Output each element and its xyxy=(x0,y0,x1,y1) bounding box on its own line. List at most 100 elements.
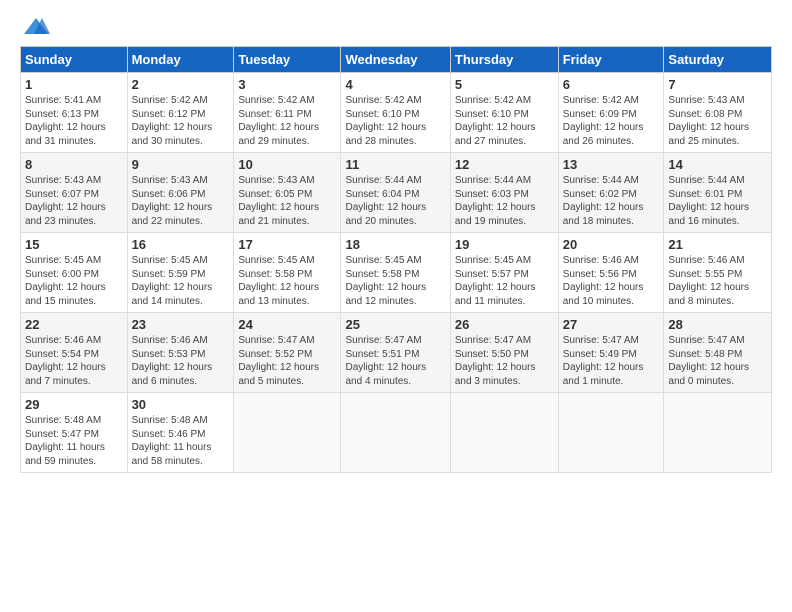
daylight-minutes: and 16 minutes. xyxy=(668,216,739,227)
week-row-3: 15 Sunrise: 5:45 AM Sunset: 6:00 PM Dayligh… xyxy=(21,233,772,313)
calendar-cell: 18Sunrise: 5:45 AMSunset: 5:58 PMDayligh… xyxy=(341,233,450,313)
calendar-cell: 10Sunrise: 5:43 AMSunset: 6:05 PMDayligh… xyxy=(234,153,341,233)
sunrise-text: Sunrise: 5:45 AM xyxy=(238,255,314,266)
daylight-label: Daylight: 11 hours xyxy=(25,442,105,453)
day-info: Sunrise: 5:41 AMSunset: 6:13 PMDaylight:… xyxy=(25,94,123,148)
sunrise-text: Sunrise: 5:48 AM xyxy=(132,415,208,426)
sunrise-text: Sunrise: 5:45 AM xyxy=(132,255,208,266)
sunrise-text: Sunrise: 5:47 AM xyxy=(238,335,314,346)
daylight-minutes: and 20 minutes. xyxy=(345,216,416,227)
header-tuesday: Tuesday xyxy=(234,47,341,73)
sunset-text: Sunset: 6:00 PM xyxy=(25,269,99,280)
calendar-cell: 29Sunrise: 5:48 AMSunset: 5:47 PMDayligh… xyxy=(21,393,128,473)
day-number: 19 xyxy=(455,237,554,252)
sunrise-text: Sunrise: 5:42 AM xyxy=(455,95,531,106)
sunrise-text: Sunrise: 5:43 AM xyxy=(238,175,314,186)
sunrise-text: Sunrise: 5:43 AM xyxy=(132,175,208,186)
sunrise-text: Sunrise: 5:48 AM xyxy=(25,415,101,426)
week-row-4: 22 Sunrise: 5:46 AMSunset: 5:54 PMDayligh… xyxy=(21,313,772,393)
sunrise-text: Sunrise: 5:42 AM xyxy=(132,95,208,106)
daylight-label: Daylight: 12 hours xyxy=(668,362,749,373)
calendar-cell: 4Sunrise: 5:42 AMSunset: 6:10 PMDaylight… xyxy=(341,73,450,153)
header-monday: Monday xyxy=(127,47,234,73)
day-info: Sunrise: 5:42 AMSunset: 6:12 PMDaylight:… xyxy=(132,94,230,148)
sunset-text: Sunset: 5:46 PM xyxy=(132,429,206,440)
daylight-minutes: and 1 minute. xyxy=(563,376,624,387)
day-info: Sunrise: 5:43 AMSunset: 6:05 PMDaylight:… xyxy=(238,174,336,228)
sunset-text: Sunset: 5:58 PM xyxy=(238,269,312,280)
sunset-text: Sunset: 6:01 PM xyxy=(668,189,742,200)
daylight-label: Daylight: 12 hours xyxy=(563,282,644,293)
daylight-label: Daylight: 12 hours xyxy=(455,122,536,133)
sunrise-text: Sunrise: 5:41 AM xyxy=(25,95,101,106)
sunset-text: Sunset: 5:52 PM xyxy=(238,349,312,360)
day-info: Sunrise: 5:48 AMSunset: 5:47 PMDaylight:… xyxy=(25,414,123,468)
sunset-text: Sunset: 6:09 PM xyxy=(563,109,637,120)
sunrise-text: Sunrise: 5:44 AM xyxy=(455,175,531,186)
daylight-label: Daylight: 11 hours xyxy=(132,442,212,453)
day-number: 22 xyxy=(25,317,123,332)
daylight-label: Daylight: 12 hours xyxy=(668,202,749,213)
sunrise-text: Sunrise: 5:44 AM xyxy=(668,175,744,186)
day-number: 9 xyxy=(132,157,230,172)
sunset-text: Sunset: 5:49 PM xyxy=(563,349,637,360)
day-number: 27 xyxy=(563,317,660,332)
calendar: Sunday Monday Tuesday Wednesday Thursday… xyxy=(20,46,772,473)
day-number: 7 xyxy=(668,77,767,92)
sunrise-text: Sunrise: 5:45 AM xyxy=(345,255,421,266)
daylight-label: Daylight: 12 hours xyxy=(563,362,644,373)
day-info: Sunrise: 5:43 AMSunset: 6:08 PMDaylight:… xyxy=(668,94,767,148)
day-info: Sunrise: 5:46 AMSunset: 5:54 PMDaylight:… xyxy=(25,334,123,388)
day-info: Sunrise: 5:47 AMSunset: 5:51 PMDaylight:… xyxy=(345,334,445,388)
calendar-cell: 21Sunrise: 5:46 AMSunset: 5:55 PMDayligh… xyxy=(664,233,772,313)
calendar-cell: 12Sunrise: 5:44 AMSunset: 6:03 PMDayligh… xyxy=(450,153,558,233)
calendar-cell: 7 Sunrise: 5:43 AMSunset: 6:08 PMDaylight… xyxy=(664,73,772,153)
daylight-label: Daylight: 12 hours xyxy=(563,122,644,133)
day-info: Sunrise: 5:42 AMSunset: 6:09 PMDaylight:… xyxy=(563,94,660,148)
week-row-1: 1Sunrise: 5:41 AMSunset: 6:13 PMDaylight… xyxy=(21,73,772,153)
day-number: 26 xyxy=(455,317,554,332)
day-number: 15 xyxy=(25,237,123,252)
daylight-label: Daylight: 12 hours xyxy=(668,122,749,133)
daylight-label: Daylight: 12 hours xyxy=(132,362,213,373)
daylight-label: Daylight: 12 hours xyxy=(455,282,536,293)
day-info: Sunrise: 5:48 AM Sunset: 5:46 PM Daylight:… xyxy=(132,414,230,468)
day-number: 14 xyxy=(668,157,767,172)
calendar-cell: 3Sunrise: 5:42 AMSunset: 6:11 PMDaylight… xyxy=(234,73,341,153)
daylight-minutes: and 13 minutes. xyxy=(238,296,309,307)
sunrise-text: Sunrise: 5:42 AM xyxy=(238,95,314,106)
day-info: Sunrise: 5:44 AMSunset: 6:02 PMDaylight:… xyxy=(563,174,660,228)
calendar-cell: 28Sunrise: 5:47 AMSunset: 5:48 PMDayligh… xyxy=(664,313,772,393)
day-headers-row: Sunday Monday Tuesday Wednesday Thursday… xyxy=(21,47,772,73)
header-wednesday: Wednesday xyxy=(341,47,450,73)
daylight-minutes: and 30 minutes. xyxy=(132,136,203,147)
sunrise-text: Sunrise: 5:46 AM xyxy=(563,255,639,266)
day-info: Sunrise: 5:45 AMSunset: 5:59 PMDaylight:… xyxy=(132,254,230,308)
daylight-minutes: and 6 minutes. xyxy=(132,376,198,387)
day-info: Sunrise: 5:45 AMSunset: 5:58 PMDaylight:… xyxy=(238,254,336,308)
daylight-minutes: and 27 minutes. xyxy=(455,136,526,147)
sunset-text: Sunset: 5:58 PM xyxy=(345,269,419,280)
daylight-label: Daylight: 12 hours xyxy=(238,362,319,373)
sunrise-text: Sunrise: 5:46 AM xyxy=(668,255,744,266)
daylight-minutes: and 26 minutes. xyxy=(563,136,634,147)
daylight-minutes: and 0 minutes. xyxy=(668,376,734,387)
day-info: Sunrise: 5:44 AMSunset: 6:04 PMDaylight:… xyxy=(345,174,445,228)
daylight-label: Daylight: 12 hours xyxy=(25,362,106,373)
day-number: 13 xyxy=(563,157,660,172)
sunrise-text: Sunrise: 5:43 AM xyxy=(25,175,101,186)
week-row-5: 29Sunrise: 5:48 AMSunset: 5:47 PMDayligh… xyxy=(21,393,772,473)
calendar-cell: 20Sunrise: 5:46 AMSunset: 5:56 PMDayligh… xyxy=(558,233,664,313)
day-number: 25 xyxy=(345,317,445,332)
day-number: 24 xyxy=(238,317,336,332)
day-info: Sunrise: 5:42 AMSunset: 6:10 PMDaylight:… xyxy=(455,94,554,148)
calendar-cell: 16Sunrise: 5:45 AMSunset: 5:59 PMDayligh… xyxy=(127,233,234,313)
sunset-text: Sunset: 5:59 PM xyxy=(132,269,206,280)
day-info: Sunrise: 5:42 AMSunset: 6:10 PMDaylight:… xyxy=(345,94,445,148)
header-sunday: Sunday xyxy=(21,47,128,73)
day-number: 3 xyxy=(238,77,336,92)
daylight-minutes: and 3 minutes. xyxy=(455,376,521,387)
daylight-minutes: and 10 minutes. xyxy=(563,296,634,307)
sunrise-text: Sunrise: 5:46 AM xyxy=(132,335,208,346)
day-number: 23 xyxy=(132,317,230,332)
